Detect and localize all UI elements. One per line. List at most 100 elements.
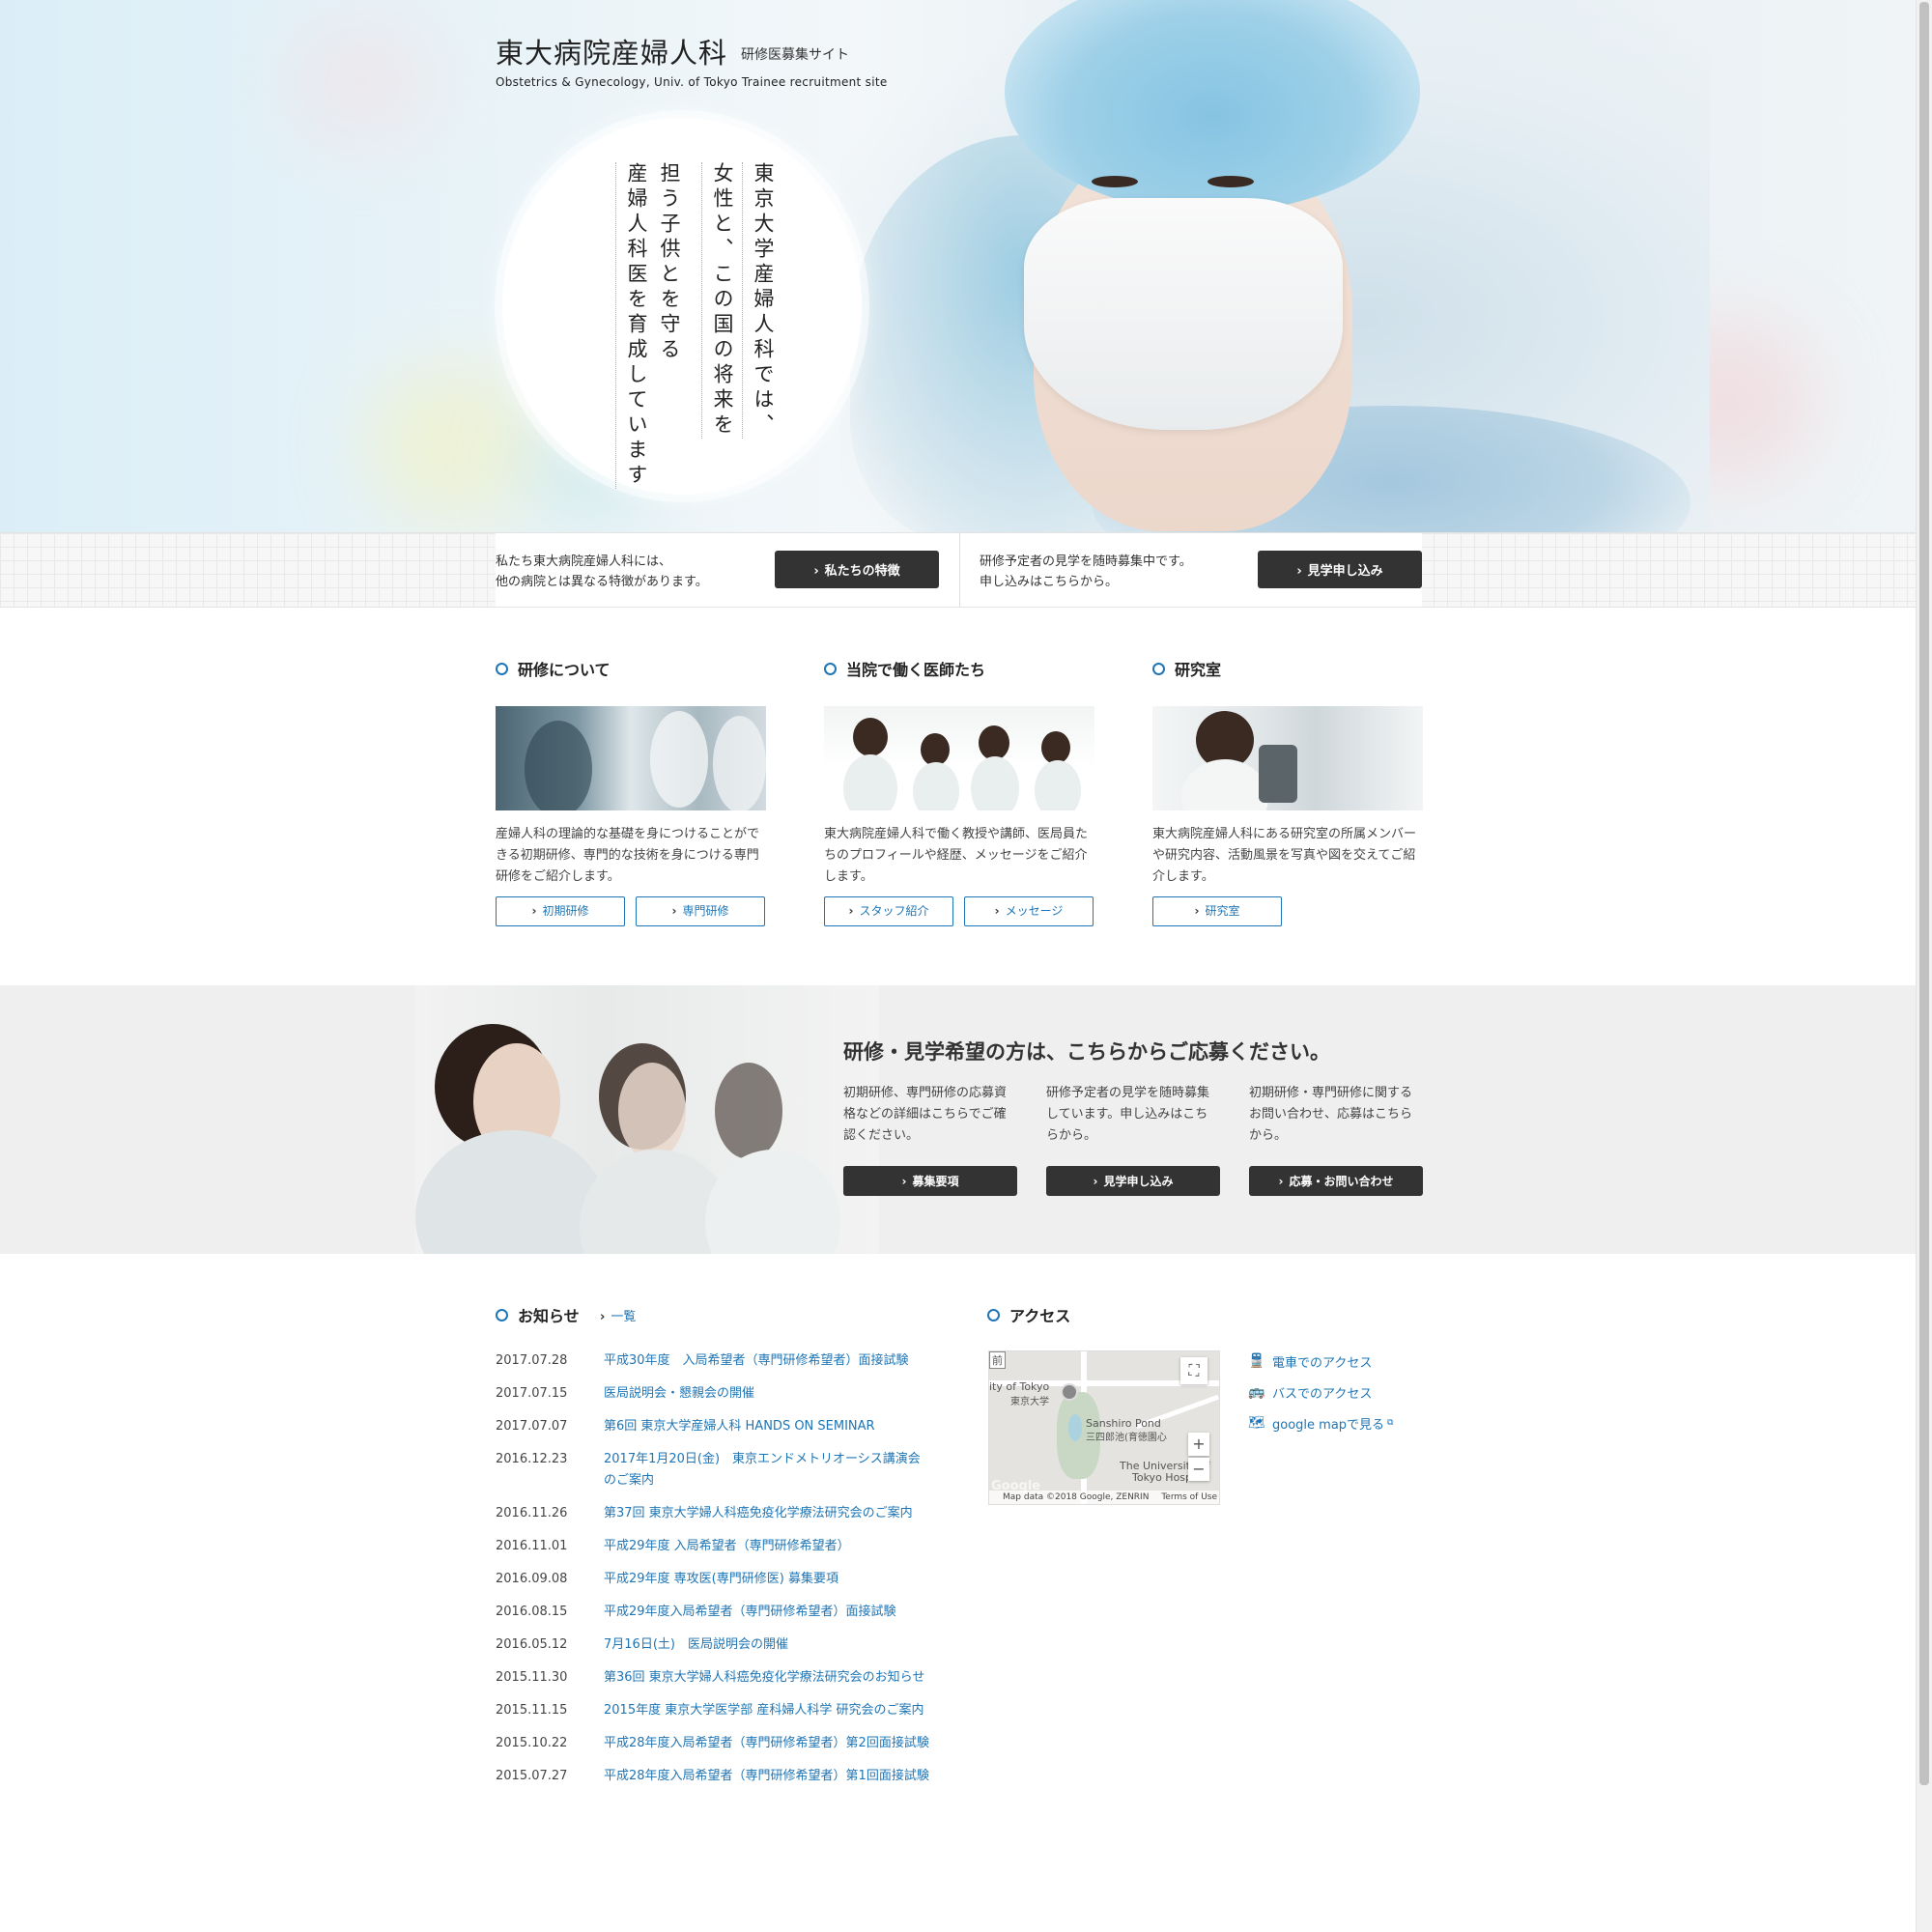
train-access-link[interactable]: 🚆 電車でのアクセス [1248, 1350, 1393, 1372]
photo-face [618, 1063, 686, 1159]
button-label: 初期研修 [542, 904, 589, 918]
visit-application-button[interactable]: › 見学申し込み [1046, 1166, 1220, 1196]
features-panel: 私たち東大病院産婦人科には、 他の病院とは異なる特徴があります。 › 私たちの特徴 [496, 533, 959, 607]
ring-bullet-icon [496, 1308, 508, 1321]
news-item: 2015.11.15 2015年度 東京大学医学部 産科婦人科学 研究会のご案内 [496, 1700, 930, 1721]
hero-message-circle [502, 118, 862, 495]
feature-image-training[interactable] [496, 706, 766, 810]
zoom-in-button[interactable]: + [1188, 1433, 1209, 1456]
visit-apply-label: 見学申し込み [1307, 564, 1383, 579]
news-link[interactable]: 平成30年度 入局希望者（専門研修希望者）面接試験 [604, 1350, 909, 1372]
button-label: メッセージ [1005, 904, 1064, 918]
features-intro-line: 他の病院とは異なる特徴があります。 [496, 575, 708, 589]
chevron-right-icon: › [671, 904, 677, 918]
hero-bokeh [367, 367, 541, 522]
staff-button[interactable]: › スタッフ紹介 [824, 896, 953, 926]
ring-bullet-icon [1152, 662, 1165, 675]
initial-training-button[interactable]: › 初期研修 [496, 896, 625, 926]
photo-head [921, 733, 950, 766]
news-item: 2016.11.26 第37回 東京大学婦人科癌免疫化学療法研究会のご案内 [496, 1503, 930, 1524]
map-terms-link[interactable]: Terms of Use [1161, 1492, 1217, 1502]
google-map[interactable]: 前 ity of Tokyo 東京大学 Sanshiro Pond 三四郎池(育… [988, 1350, 1220, 1505]
specialist-training-button[interactable]: › 専門研修 [636, 896, 765, 926]
our-features-label: 私たちの特徴 [824, 564, 900, 579]
message-button[interactable]: › メッセージ [964, 896, 1094, 926]
news-item: 2016.05.12 7月16日(土) 医局説明会の開催 [496, 1634, 930, 1656]
news-date: 2016.09.08 [496, 1572, 568, 1586]
photo-body [971, 756, 1019, 810]
feature-image-doctors[interactable] [824, 706, 1094, 810]
news-date: 2017.07.15 [496, 1386, 568, 1401]
zoom-out-button[interactable]: − [1188, 1458, 1209, 1481]
site-logo[interactable]: 東大病院産婦人科 研修医募集サイト Obstetrics & Gynecology… [496, 31, 888, 89]
page-scrollbar[interactable] [1916, 0, 1932, 1932]
news-heading: お知らせ [496, 1303, 580, 1326]
button-label: 募集要項 [912, 1175, 959, 1188]
photo-microscope [1259, 745, 1297, 803]
button-label: スタッフ紹介 [859, 904, 929, 918]
photo-head [715, 1063, 782, 1159]
ring-bullet-icon [496, 662, 508, 675]
news-all-link[interactable]: › 一覧 [600, 1306, 636, 1324]
chevron-right-icon: › [1194, 904, 1200, 918]
news-link[interactable]: 平成29年度 専攻医(専門研修医) 募集要項 [604, 1569, 838, 1590]
features-intro-line: 私たち東大病院産婦人科には、 [496, 554, 672, 569]
feature-lab: 研究室 東大病院産婦人科にある研究室の所属メンバーや研究内容、活動風景を写真や図… [1152, 657, 1423, 888]
news-date: 2017.07.07 [496, 1419, 568, 1434]
hero-message-line: 女性と、この国の将来を [701, 162, 734, 439]
news-item: 2016.12.23 2017年1月20日(金) 東京エンドメトリオーシス講演会の… [496, 1449, 930, 1492]
hero-photo-surgical-mask [1024, 198, 1343, 430]
feature-image-lab[interactable] [1152, 706, 1423, 810]
news-heading-text: お知らせ [518, 1307, 580, 1325]
logo-title: 東大病院産婦人科 [496, 37, 728, 70]
news-link[interactable]: 平成29年度 入局希望者（専門研修希望者） [604, 1536, 850, 1557]
apply-column-text: 初期研修、専門研修の応募資格などの詳細はこちらでご確認ください。 [843, 1086, 1008, 1143]
ring-bullet-icon [824, 662, 837, 675]
external-link-icon: ⧉ [1387, 1418, 1394, 1428]
news-link[interactable]: 第36回 東京大学婦人科癌免疫化学療法研究会のお知らせ [604, 1667, 924, 1689]
news-link[interactable]: 2015年度 東京大学医学部 産科婦人科学 研究会のご案内 [604, 1700, 923, 1721]
our-features-button[interactable]: › 私たちの特徴 [775, 551, 939, 588]
lab-button[interactable]: › 研究室 [1152, 896, 1282, 926]
button-label: 応募・お問い合わせ [1289, 1175, 1394, 1188]
feature-title: 研究室 [1152, 657, 1423, 680]
news-item: 2017.07.15 医局説明会・懇親会の開催 [496, 1383, 930, 1405]
chevron-right-icon: › [531, 904, 537, 918]
news-link[interactable]: 第6回 東京大学産婦人科 HANDS ON SEMINAR [604, 1416, 875, 1437]
news-date: 2015.11.30 [496, 1670, 568, 1685]
chevron-right-icon: › [600, 1310, 606, 1324]
map-marker-icon[interactable] [1061, 1383, 1078, 1401]
features-intro-text: 私たち東大病院産婦人科には、 他の病院とは異なる特徴があります。 [496, 552, 708, 592]
contact-apply-button[interactable]: › 応募・お問い合わせ [1249, 1166, 1423, 1196]
news-item: 2017.07.07 第6回 東京大学産婦人科 HANDS ON SEMINAR [496, 1416, 930, 1437]
recruitment-guidelines-button[interactable]: › 募集要項 [843, 1166, 1017, 1196]
news-link[interactable]: 平成28年度入局希望者（専門研修希望者）第2回面接試験 [604, 1733, 929, 1754]
bus-access-link[interactable]: 🚌 バスでのアクセス [1248, 1381, 1393, 1403]
feature-title-text: 研修について [518, 661, 611, 679]
chevron-right-icon: › [1093, 1175, 1098, 1188]
bus-icon: 🚌 [1248, 1384, 1265, 1400]
news-link[interactable]: 7月16日(土) 医局説明会の開催 [604, 1634, 788, 1656]
news-date: 2016.12.23 [496, 1452, 568, 1466]
hero-photo-eye [1208, 176, 1254, 187]
photo-head [1041, 731, 1070, 764]
ring-bullet-icon [987, 1308, 1000, 1321]
news-link[interactable]: 平成29年度入局希望者（専門研修希望者）面接試験 [604, 1602, 896, 1623]
photo-figure [650, 711, 708, 808]
map-attribution-text: Map data ©2018 Google, ZENRIN [1003, 1492, 1150, 1502]
apply-column-text: 研修予定者の見学を随時募集しています。申し込みはこちらから。 [1046, 1086, 1210, 1143]
map-label: 東京大学 [1010, 1397, 1049, 1407]
news-link[interactable]: 医局説明会・懇親会の開催 [604, 1383, 754, 1405]
news-date: 2017.07.28 [496, 1353, 568, 1368]
button-label: 見学申し込み [1103, 1175, 1174, 1188]
link-label: 電車でのアクセス [1272, 1355, 1373, 1371]
feature-description: 東大病院産婦人科にある研究室の所属メンバーや研究内容、活動風景を写真や図を交えて… [1152, 827, 1417, 884]
news-link[interactable]: 平成28年度入局希望者（専門研修希望者）第1回面接試験 [604, 1766, 929, 1787]
visit-apply-button[interactable]: › 見学申し込み [1258, 551, 1422, 588]
scrollbar-thumb[interactable] [1919, 2, 1929, 1785]
google-map-link[interactable]: 🗺 google mapで見る ⧉ [1248, 1412, 1393, 1434]
map-label: ity of Tokyo [989, 1380, 1050, 1393]
news-link[interactable]: 2017年1月20日(金) 東京エンドメトリオーシス講演会のご案内 [604, 1449, 930, 1492]
fullscreen-icon[interactable]: ⛶ [1180, 1357, 1208, 1384]
news-link[interactable]: 第37回 東京大学婦人科癌免疫化学療法研究会のご案内 [604, 1503, 913, 1524]
